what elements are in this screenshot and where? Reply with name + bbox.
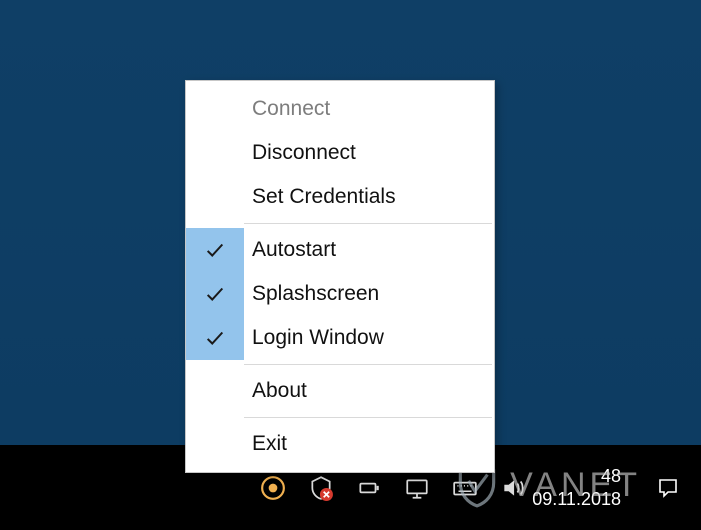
taskbar-date: 09.11.2018	[532, 488, 621, 511]
menu-label: Autostart	[244, 238, 482, 262]
menu-check-column	[186, 131, 244, 175]
menu-check-column	[186, 175, 244, 219]
menu-exit[interactable]: Exit	[186, 422, 494, 466]
taskbar-clock[interactable]: 48 09.11.2018	[532, 445, 621, 530]
menu-connect: Connect	[186, 87, 494, 131]
menu-label: Set Credentials	[244, 185, 482, 209]
check-icon	[186, 228, 244, 272]
menu-separator	[244, 223, 492, 224]
check-icon	[186, 272, 244, 316]
menu-label: About	[244, 379, 482, 403]
menu-login-window[interactable]: Login Window	[186, 316, 494, 360]
menu-splashscreen[interactable]: Splashscreen	[186, 272, 494, 316]
system-tray	[260, 475, 526, 501]
menu-separator	[244, 364, 492, 365]
volume-icon[interactable]	[500, 475, 526, 501]
menu-autostart[interactable]: Autostart	[186, 228, 494, 272]
keyboard-icon[interactable]	[452, 475, 478, 501]
check-icon	[186, 316, 244, 360]
security-error-icon[interactable]	[308, 475, 334, 501]
menu-check-column	[186, 369, 244, 413]
menu-check-column	[186, 422, 244, 466]
menu-separator	[244, 417, 492, 418]
menu-label: Exit	[244, 432, 482, 456]
network-monitor-icon[interactable]	[404, 475, 430, 501]
menu-about[interactable]: About	[186, 369, 494, 413]
menu-label: Disconnect	[244, 141, 482, 165]
menu-disconnect[interactable]: Disconnect	[186, 131, 494, 175]
menu-label: Login Window	[244, 326, 482, 350]
tray-app-icon[interactable]	[260, 475, 286, 501]
menu-label: Splashscreen	[244, 282, 482, 306]
action-center-icon[interactable]	[655, 475, 681, 501]
menu-check-column	[186, 87, 244, 131]
taskbar-time: 48	[601, 465, 621, 488]
tray-context-menu: Connect Disconnect Set Credentials Autos…	[185, 80, 495, 473]
menu-set-credentials[interactable]: Set Credentials	[186, 175, 494, 219]
battery-icon[interactable]	[356, 475, 382, 501]
menu-label: Connect	[244, 97, 482, 121]
